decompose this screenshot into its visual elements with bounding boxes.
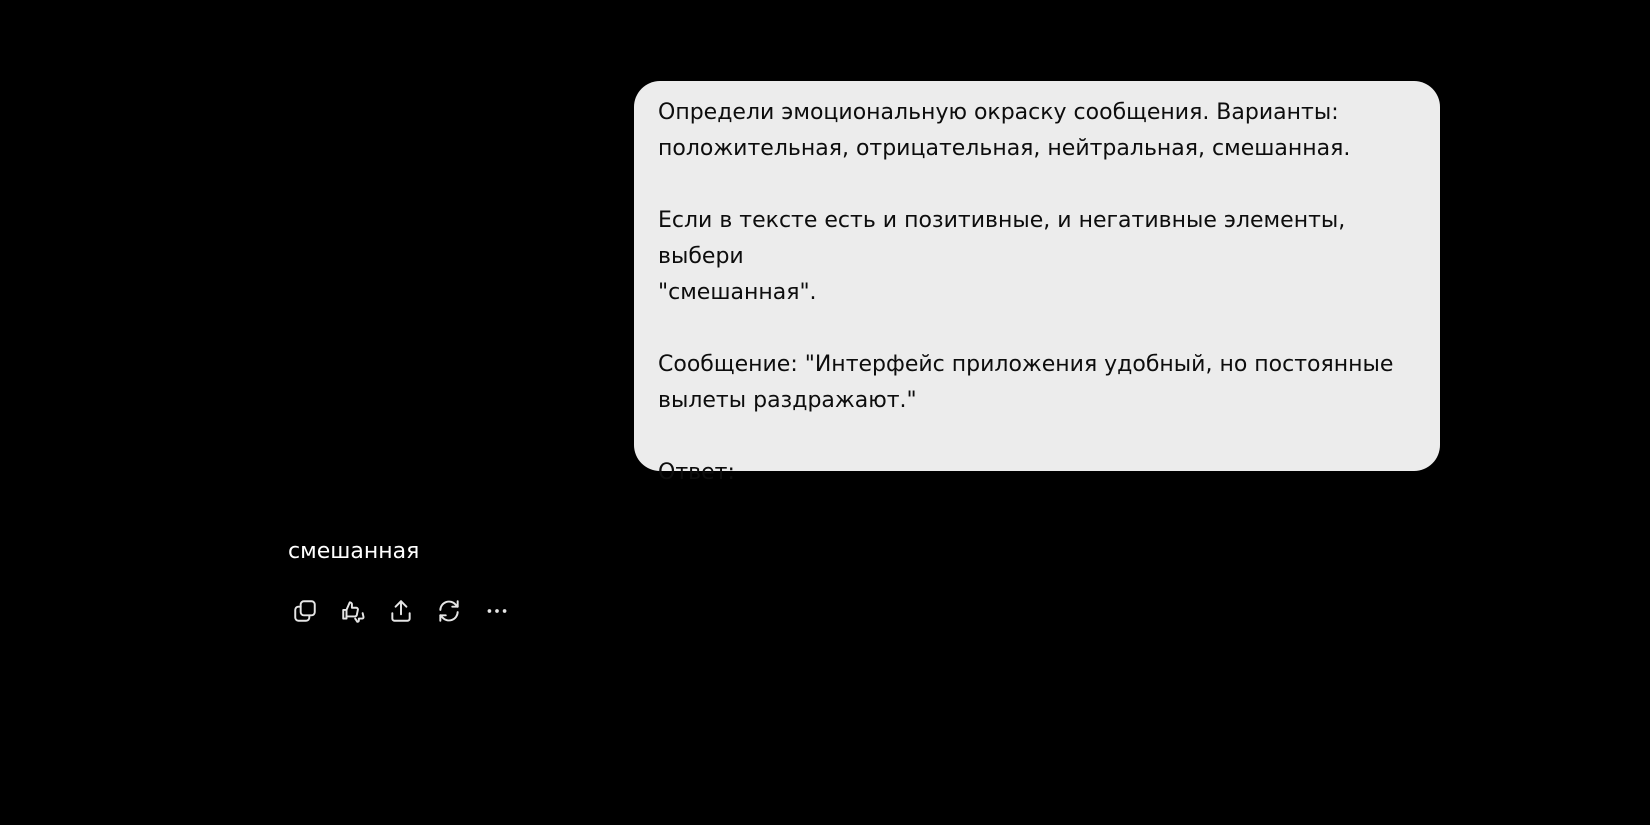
assistant-message: смешанная: [288, 539, 420, 564]
user-message-line: Ответ:: [658, 460, 735, 485]
user-message-line: Определи эмоциональную окраску сообщения…: [658, 100, 1339, 125]
thumbs-up-down-icon: [342, 601, 365, 623]
share-button[interactable]: [384, 594, 418, 628]
user-message-line: Сообщение: "Интерфейс приложения удобный…: [658, 352, 1394, 377]
copy-icon: [294, 600, 316, 622]
feedback-button[interactable]: [336, 594, 370, 628]
more-icon: [487, 609, 507, 613]
user-message-bubble: Определи эмоциональную окраску сообщения…: [634, 81, 1440, 485]
regenerate-button[interactable]: [432, 594, 466, 628]
message-actions-toolbar: [288, 594, 514, 628]
regenerate-icon: [439, 600, 459, 622]
more-button[interactable]: [480, 594, 514, 628]
chat-page: Определи эмоциональную окраску сообщения…: [0, 0, 1650, 825]
user-message-line: положительная, отрицательная, нейтральна…: [658, 136, 1351, 161]
share-icon: [391, 600, 411, 622]
user-message-line: "смешанная".: [658, 280, 817, 305]
copy-button[interactable]: [288, 594, 322, 628]
user-message-line: Если в тексте есть и позитивные, и негат…: [658, 208, 1346, 269]
user-message-line: вылеты раздражают.": [658, 388, 917, 413]
